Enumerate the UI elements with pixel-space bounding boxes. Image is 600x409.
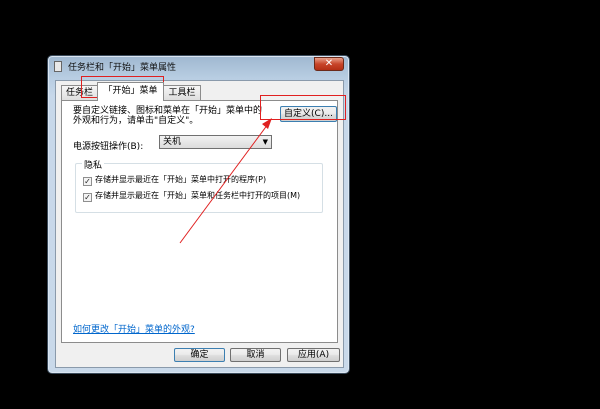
title-bar[interactable]: 任务栏和「开始」菜单属性 ✕ [48, 56, 349, 76]
privacy-group-title: 隐私 [82, 158, 105, 171]
ok-button[interactable]: 确定 [174, 348, 225, 362]
privacy-group: 隐私 ✓ 存储并显示最近在「开始」菜单中打开的程序(P) ✓ 存储并显示最近在「开始… [75, 158, 323, 213]
checkbox-recent-programs[interactable]: ✓ [83, 177, 92, 186]
taskbar-start-menu-properties-dialog: 任务栏和「开始」菜单属性 ✕ 任务栏 「开始」菜单 工具栏 要自定义链接、图标和… [47, 55, 350, 374]
privacy-option-label: 存储并显示最近在「开始」菜单中打开的程序(P) [95, 175, 267, 184]
tab-start-menu[interactable]: 「开始」菜单 [97, 82, 164, 101]
description-line-1: 要自定义链接、图标和菜单在「开始」菜单中的 [73, 106, 263, 116]
power-button-action-label: 电源按钮操作(B): [73, 142, 144, 152]
dialog-client-area: 任务栏 「开始」菜单 工具栏 要自定义链接、图标和菜单在「开始」菜单中的 外观和… [55, 80, 344, 368]
power-button-action-select[interactable]: 关机 ▼ [159, 135, 272, 149]
privacy-option-label: 存储并显示最近在「开始」菜单和任务栏中打开的项目(M) [95, 191, 301, 200]
description-line-2: 外观和行为，请单击"自定义"。 [73, 116, 199, 126]
privacy-option-recent-items[interactable]: ✓ 存储并显示最近在「开始」菜单和任务栏中打开的项目(M) [83, 190, 300, 202]
help-link[interactable]: 如何更改「开始」菜单的外观? [73, 322, 195, 335]
privacy-option-recent-programs[interactable]: ✓ 存储并显示最近在「开始」菜单中打开的程序(P) [83, 174, 266, 186]
customize-button[interactable]: 自定义(C)... [280, 106, 337, 122]
cancel-button[interactable]: 取消 [230, 348, 281, 362]
start-menu-tab-panel: 要自定义链接、图标和菜单在「开始」菜单中的 外观和行为，请单击"自定义"。 自定… [61, 100, 338, 343]
window-icon [54, 61, 62, 72]
checkbox-recent-items[interactable]: ✓ [83, 193, 92, 202]
customize-description: 要自定义链接、图标和菜单在「开始」菜单中的 外观和行为，请单击"自定义"。 [73, 106, 263, 126]
apply-button[interactable]: 应用(A) [287, 348, 340, 362]
power-button-action-value: 关机 [163, 137, 182, 147]
close-button[interactable]: ✕ [314, 57, 344, 71]
tab-toolbars[interactable]: 工具栏 [163, 85, 201, 100]
tab-taskbar[interactable]: 任务栏 [61, 85, 98, 100]
window-title: 任务栏和「开始」菜单属性 [68, 63, 177, 73]
chevron-down-icon: ▼ [262, 138, 268, 146]
